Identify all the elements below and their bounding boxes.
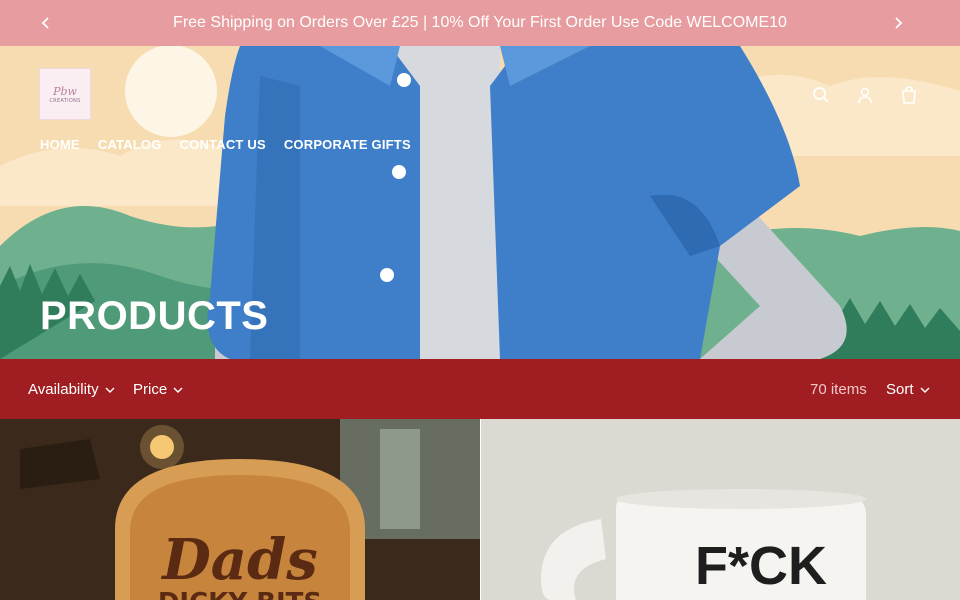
nav-item-contact-us[interactable]: CONTACT US bbox=[180, 137, 266, 152]
header-icons bbox=[810, 84, 920, 106]
chevron-down-icon bbox=[173, 387, 183, 393]
announcement-prev-button[interactable] bbox=[36, 13, 56, 33]
nav-item-catalog[interactable]: CATALOG bbox=[98, 137, 162, 152]
product-image: F*CK bbox=[481, 419, 960, 600]
announcement-bar: Free Shipping on Orders Over £25 | 10% O… bbox=[0, 0, 960, 46]
product-image: Dads DICKY BITS bbox=[0, 419, 480, 600]
hero-banner: Pbw CREATIONS HOME CATALOG CONTACT US CO… bbox=[0, 46, 960, 359]
sort-dropdown[interactable]: Sort bbox=[886, 381, 930, 398]
chevron-right-icon bbox=[895, 17, 903, 29]
main-nav: HOME CATALOG CONTACT US CORPORATE GIFTS bbox=[40, 137, 411, 152]
product-image-text: F*CK bbox=[695, 536, 827, 596]
announcement-text: Free Shipping on Orders Over £25 | 10% O… bbox=[173, 14, 787, 31]
search-icon bbox=[813, 87, 829, 103]
availability-filter[interactable]: Availability bbox=[28, 381, 115, 398]
product-card[interactable]: F*CK bbox=[481, 419, 960, 600]
items-count: 70 items bbox=[810, 381, 867, 398]
nav-item-corporate-gifts[interactable]: CORPORATE GIFTS bbox=[284, 137, 411, 152]
product-card[interactable]: Dads DICKY BITS bbox=[0, 419, 480, 600]
filter-bar: Availability Price 70 items Sort bbox=[0, 359, 960, 419]
sort-label: Sort bbox=[886, 381, 914, 398]
account-icon bbox=[858, 87, 872, 104]
account-button[interactable] bbox=[854, 84, 876, 106]
logo-sub-text: CREATIONS bbox=[49, 97, 81, 104]
brand-logo[interactable]: Pbw CREATIONS bbox=[39, 68, 91, 120]
page-title: PRODUCTS bbox=[40, 294, 269, 338]
chevron-left-icon bbox=[41, 17, 49, 29]
price-filter[interactable]: Price bbox=[133, 381, 183, 398]
chevron-down-icon bbox=[105, 387, 115, 393]
price-filter-label: Price bbox=[133, 381, 168, 398]
nav-item-home[interactable]: HOME bbox=[40, 137, 80, 152]
chevron-down-icon bbox=[920, 387, 930, 393]
product-image-text: Dads bbox=[160, 527, 318, 593]
logo-script-text: Pbw bbox=[53, 84, 77, 98]
search-button[interactable] bbox=[810, 84, 832, 106]
announcement-next-button[interactable] bbox=[888, 13, 908, 33]
availability-filter-label: Availability bbox=[28, 381, 99, 398]
cart-icon bbox=[902, 86, 916, 104]
product-image-subtext: DICKY BITS bbox=[158, 588, 322, 600]
cart-button[interactable] bbox=[898, 84, 920, 106]
